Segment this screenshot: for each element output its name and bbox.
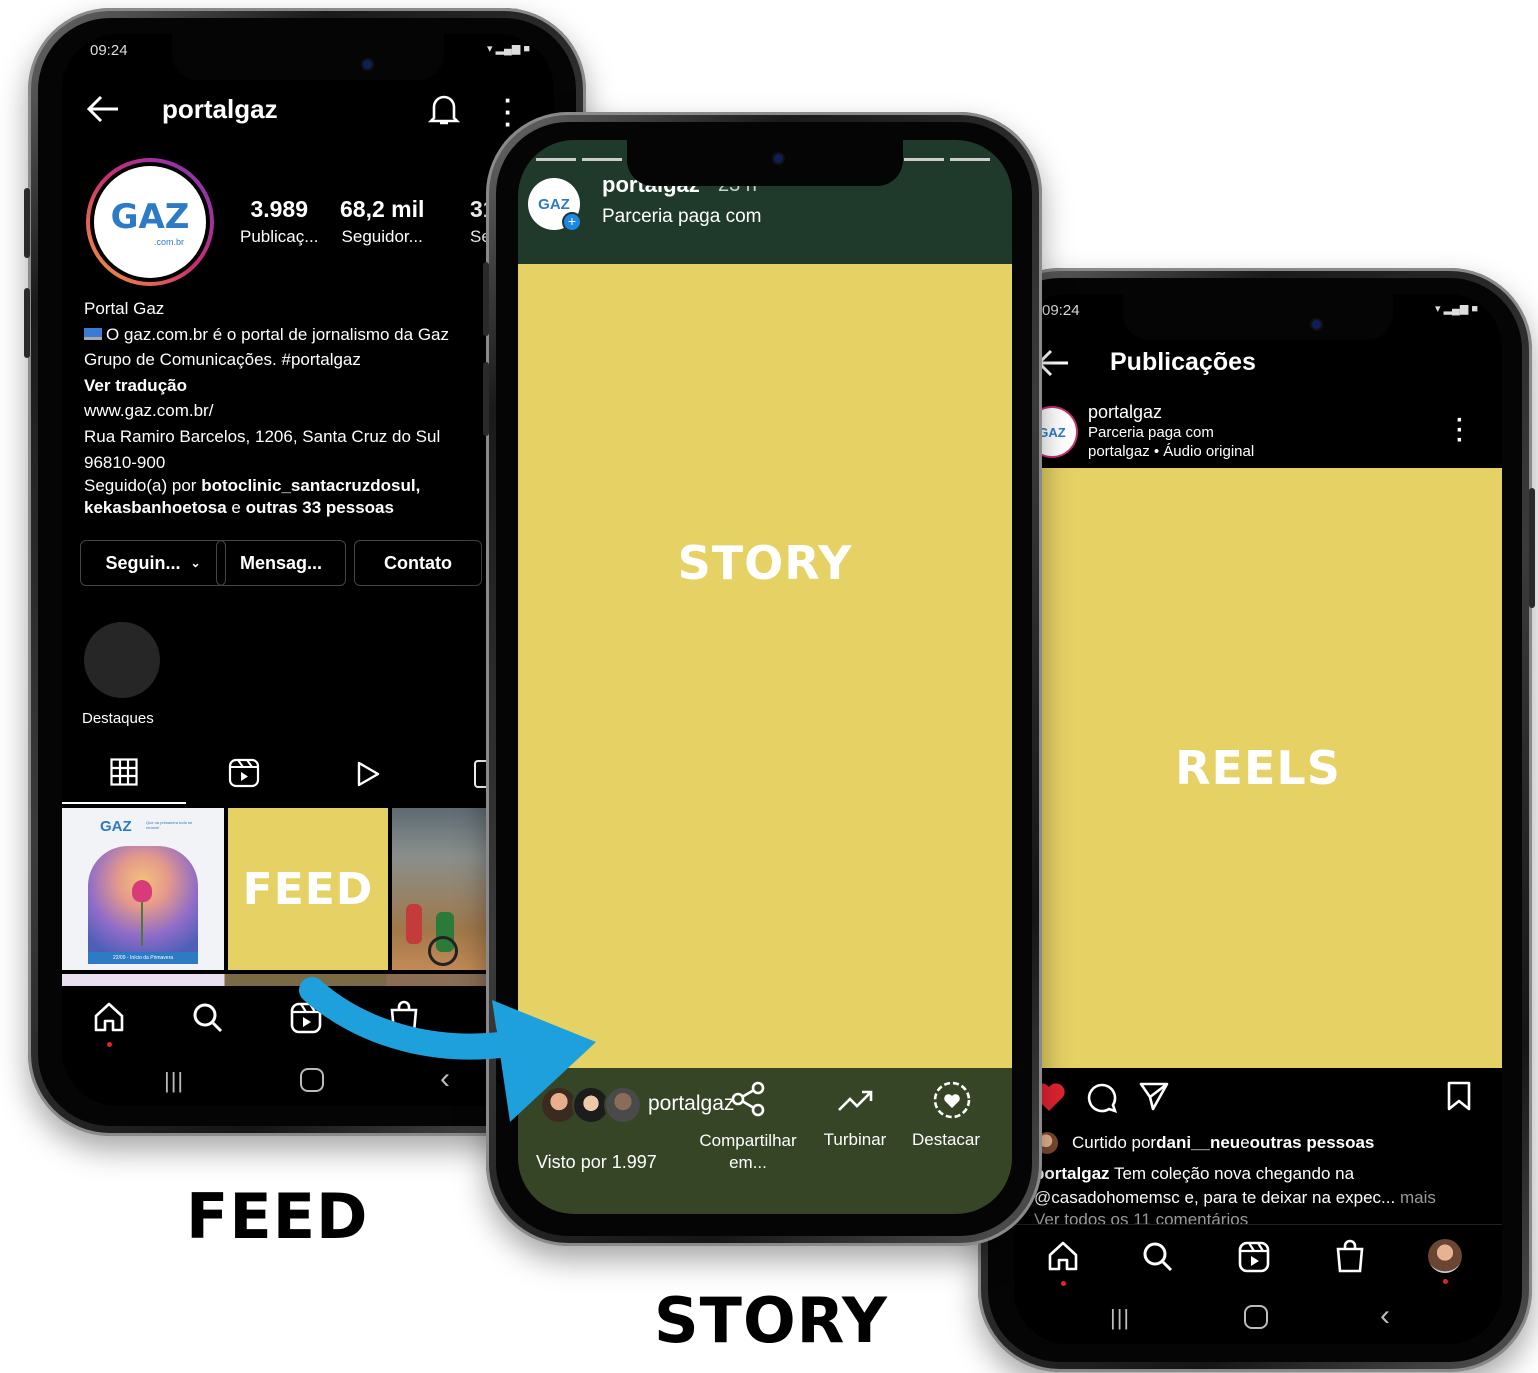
tab-grid[interactable] — [62, 758, 186, 804]
feed-highlight-post[interactable]: FEED — [228, 808, 388, 970]
following-button[interactable]: Seguin... ⌄ — [80, 540, 226, 586]
reels-media[interactable]: REELS — [1014, 468, 1502, 1068]
thumb-logo: GAZ — [100, 818, 132, 835]
player-figure — [406, 904, 422, 944]
back-button-icon[interactable]: ‹ — [1380, 1299, 1390, 1333]
highlight-heart-icon — [933, 1081, 971, 1119]
story-avatar[interactable]: GAZ + — [528, 178, 582, 232]
flower-icon — [132, 880, 152, 902]
message-button[interactable]: Mensag... — [216, 540, 346, 586]
stat-followers[interactable]: 68,2 mil Seguidor... — [340, 196, 424, 247]
profile-avatar-nav[interactable] — [1428, 1239, 1462, 1273]
profile-username: portalgaz — [162, 94, 278, 124]
notification-dot — [1443, 1279, 1448, 1284]
signal-icons: ▾ ▂▄▆ ■ — [1435, 303, 1478, 315]
stat-label: Publicaç... — [240, 227, 319, 246]
search-icon[interactable] — [1142, 1241, 1174, 1278]
gaz-logo: GAZ — [110, 197, 190, 237]
bottom-nav: ||| ‹ — [1014, 1224, 1502, 1344]
story-subtitle[interactable]: Parceria paga com — [602, 206, 761, 228]
recent-apps-icon[interactable]: ||| — [164, 1068, 184, 1094]
gaz-logo-sub: .com.br — [153, 237, 184, 247]
more-options-icon[interactable]: · · · — [504, 87, 513, 137]
save-bookmark-icon[interactable] — [1446, 1080, 1472, 1117]
home-icon[interactable] — [92, 1000, 126, 1047]
tab-videos[interactable] — [354, 760, 382, 793]
thumb-tagline: Que na primavera tudo se renove! — [146, 820, 193, 830]
reels-screen: 09:24 ▾ ▂▄▆ ■ Publicações GAZ portalgaz … — [1014, 294, 1502, 1344]
story-media[interactable]: STORY — [518, 264, 1012, 1068]
phone-reels: 09:24 ▾ ▂▄▆ ■ Publicações GAZ portalgaz … — [975, 268, 1535, 1372]
side-button — [483, 362, 489, 436]
play-icon — [357, 761, 380, 787]
highlight-label: Destaques — [82, 710, 154, 727]
viewers-count[interactable]: Visto por 1.997 — [536, 1152, 657, 1173]
feed-caption: FEED — [186, 1180, 369, 1253]
grid-icon — [110, 758, 138, 786]
highlight-circle[interactable] — [84, 622, 160, 698]
stat-posts[interactable]: 3.989 Publicaç... — [240, 196, 318, 247]
bell-icon[interactable] — [428, 92, 460, 126]
flower-photo — [88, 846, 198, 964]
notch — [1123, 294, 1393, 340]
search-icon[interactable] — [192, 1002, 224, 1039]
reels-icon — [228, 758, 260, 788]
status-time: 09:24 — [1042, 302, 1080, 319]
contact-button[interactable]: Contato — [354, 540, 482, 586]
highlight-action[interactable]: Destacar — [908, 1080, 1012, 1150]
feed-screen: 09:24 ▾ ▂▄▆ ■ portalgaz · · · GAZ .com.br … — [62, 34, 554, 1106]
post-thumbnail[interactable]: GAZ Que na primavera tudo se renove! 22/… — [62, 808, 224, 970]
share-send-icon[interactable] — [1138, 1080, 1170, 1117]
share-action[interactable]: Compartilhar em... — [686, 1080, 810, 1174]
reels-label: REELS — [1175, 741, 1341, 795]
thumb-date: 22/09 - Início da Primavera — [88, 952, 198, 964]
back-arrow-icon[interactable] — [86, 94, 120, 124]
shop-icon[interactable] — [1334, 1239, 1366, 1278]
liked-by[interactable]: Curtido por dani__neu e outras pessoas — [1036, 1132, 1374, 1154]
status-time: 09:24 — [90, 42, 128, 59]
post-caption[interactable]: portalgaz Tem coleção nova chegando na @… — [1034, 1162, 1494, 1210]
laptop-icon — [84, 327, 102, 340]
share-icon — [731, 1081, 765, 1117]
notch — [172, 34, 444, 80]
story-label: STORY — [677, 536, 853, 590]
wheelchair-icon — [428, 936, 458, 966]
arrow-icon — [299, 977, 596, 1122]
audio-label[interactable]: portalgaz • Áudio original — [1088, 443, 1254, 460]
signal-icons: ▾ ▂▄▆ ■ — [487, 43, 530, 55]
notch — [627, 140, 903, 186]
feed-label: FEED — [242, 863, 374, 915]
notification-dot — [106, 1042, 112, 1047]
more-options-icon[interactable]: · · · — [1456, 409, 1464, 453]
partnership-label[interactable]: Parceria paga com — [1088, 424, 1214, 441]
chevron-down-icon: ⌄ — [190, 556, 201, 570]
recent-apps-icon[interactable]: ||| — [1110, 1305, 1130, 1331]
boost-action[interactable]: Turbinar — [816, 1084, 894, 1150]
followed-by[interactable]: Seguido(a) por botoclinic_santacruzdosul… — [84, 475, 554, 519]
side-button — [483, 262, 489, 336]
trend-up-icon — [838, 1090, 873, 1111]
tab-reels[interactable] — [228, 758, 260, 793]
more-link[interactable]: mais — [1395, 1188, 1436, 1207]
stat-label: Seguidor... — [341, 227, 423, 246]
notification-dot — [1060, 1281, 1066, 1286]
side-button — [24, 288, 30, 358]
reels-nav-icon[interactable] — [1238, 1241, 1270, 1278]
stat-value: 68,2 mil — [340, 196, 425, 222]
page-title: Publicações — [1110, 348, 1256, 376]
side-button — [24, 188, 30, 258]
stat-value: 3.989 — [250, 196, 308, 222]
story-caption: STORY — [654, 1284, 888, 1357]
view-comments[interactable]: Ver todos os 11 comentários — [1034, 1210, 1248, 1224]
gaz-logo: GAZ — [1038, 424, 1066, 440]
home-icon[interactable] — [1046, 1239, 1080, 1286]
comment-icon[interactable] — [1086, 1082, 1118, 1119]
add-story-icon[interactable]: + — [562, 212, 582, 232]
home-button-icon[interactable] — [1244, 1305, 1268, 1329]
post-username[interactable]: portalgaz — [1088, 402, 1162, 423]
profile-avatar[interactable]: GAZ .com.br — [86, 158, 214, 286]
gaz-logo: GAZ — [538, 195, 570, 213]
address-line[interactable]: 96810-900 — [84, 450, 554, 476]
side-button — [1529, 488, 1535, 608]
